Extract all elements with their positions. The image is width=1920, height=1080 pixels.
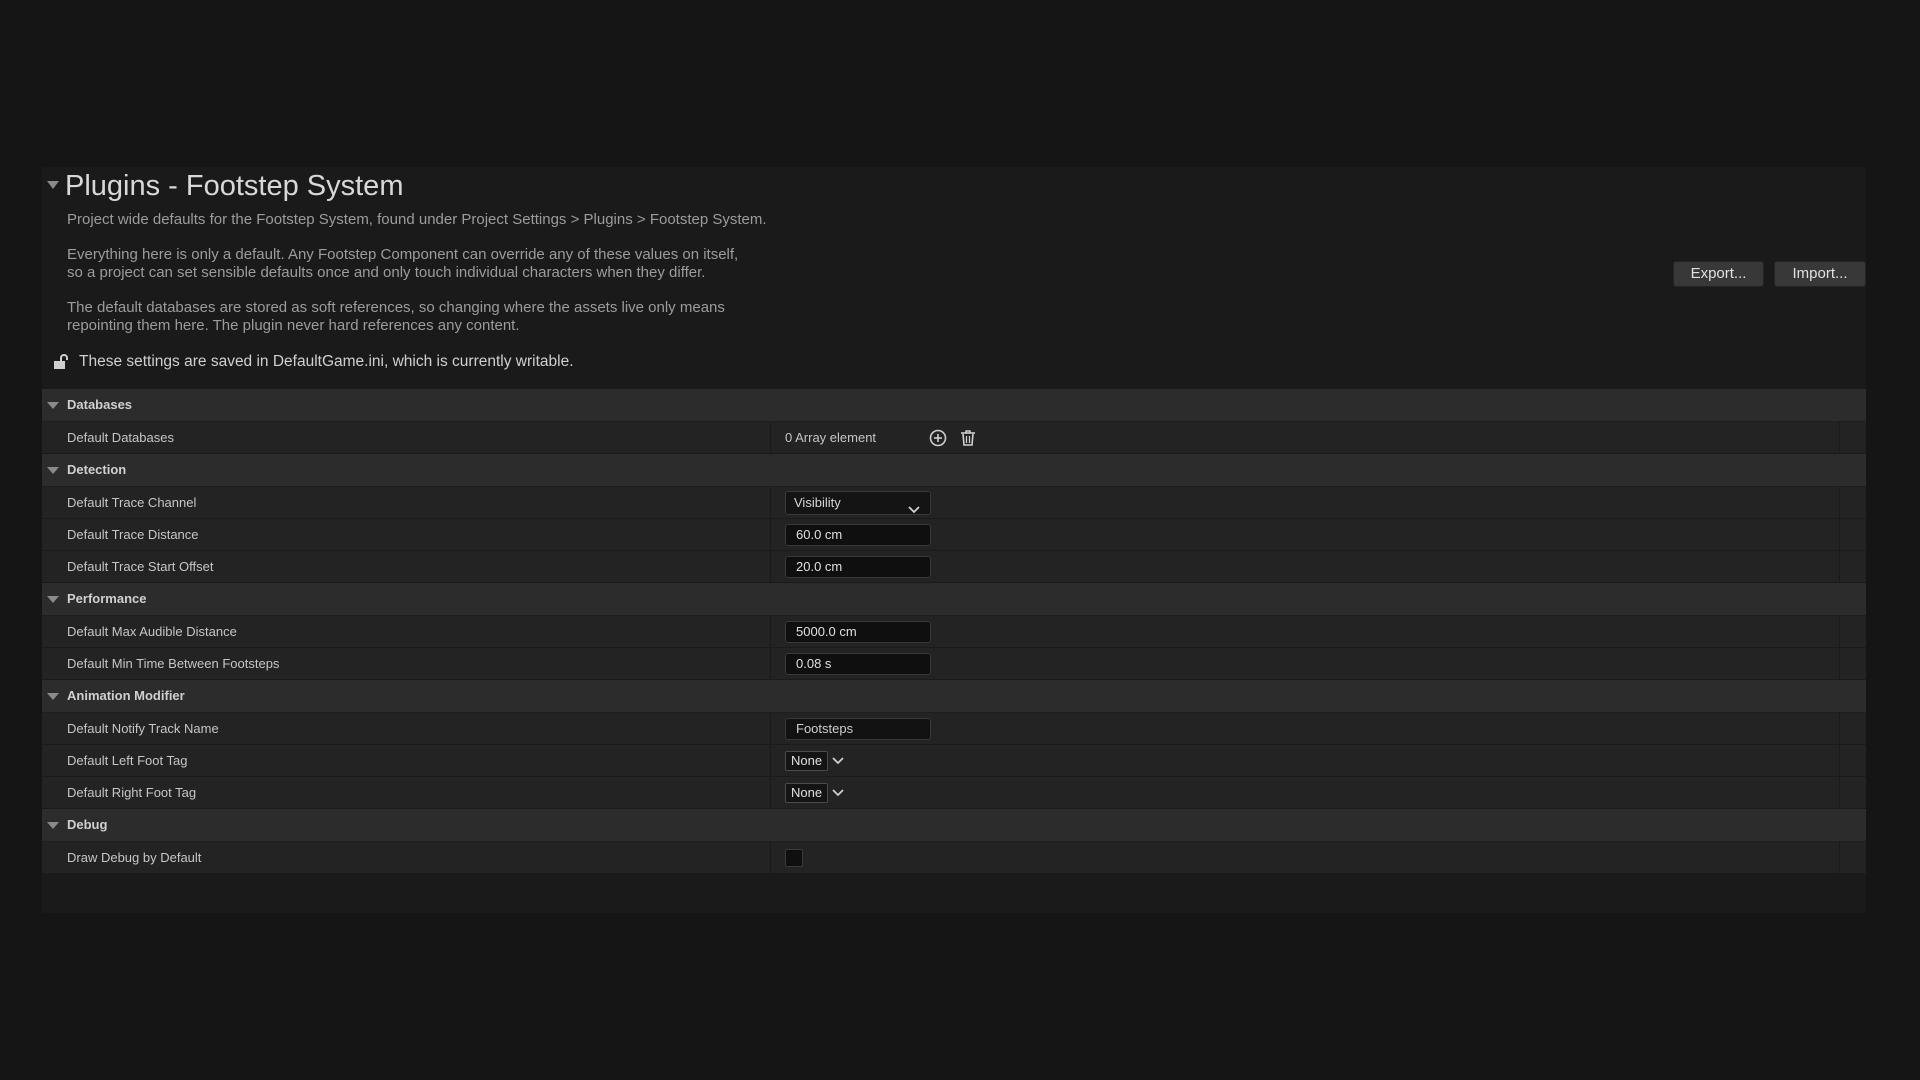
array-count-text: 0 Array element [785, 430, 877, 445]
category-detection[interactable]: Detection [42, 454, 1866, 487]
column-divider[interactable] [770, 842, 771, 873]
dropdown-selected-value: None [785, 750, 829, 771]
category-collapse-icon[interactable] [47, 822, 59, 829]
left-foot-tag-dropdown[interactable]: None [785, 750, 844, 771]
draw-debug-checkbox[interactable] [785, 848, 803, 867]
column-divider[interactable] [770, 519, 771, 550]
chevron-down-icon [908, 499, 920, 521]
trace-distance-input[interactable]: 60.0 cm [785, 523, 931, 546]
category-collapse-icon[interactable] [47, 693, 59, 700]
category-label: Animation Modifier [67, 688, 185, 703]
row-right-divider [1839, 648, 1840, 679]
property-name: Default Left Foot Tag [67, 753, 188, 768]
config-save-note: These settings are saved in DefaultGame.… [52, 353, 574, 371]
section-header: Plugins - Footstep System Project wide d… [42, 167, 1866, 389]
category-label: Debug [67, 817, 108, 832]
row-right-divider [1839, 422, 1840, 453]
export-button[interactable]: Export... [1673, 261, 1764, 287]
chevron-down-icon [832, 752, 844, 770]
row-right-divider [1839, 487, 1840, 518]
column-divider[interactable] [770, 616, 771, 647]
unlocked-padlock-icon [52, 353, 70, 371]
category-animation-modifier[interactable]: Animation Modifier [42, 680, 1866, 713]
column-divider[interactable] [770, 713, 771, 744]
max-audible-distance-input[interactable]: 5000.0 cm [785, 620, 931, 643]
right-foot-tag-dropdown[interactable]: None [785, 782, 844, 803]
property-row-default-min-time-between-footsteps: Default Min Time Between Footsteps 0.08 … [42, 648, 1866, 680]
chevron-down-icon [832, 784, 844, 802]
property-value: 20.0 cm [785, 551, 931, 582]
property-value: Visibility [785, 487, 931, 518]
trace-channel-dropdown[interactable]: Visibility [785, 490, 931, 515]
column-divider[interactable] [770, 551, 771, 582]
column-divider[interactable] [770, 422, 771, 453]
property-row-default-max-audible-distance: Default Max Audible Distance 5000.0 cm [42, 616, 1866, 648]
property-value: 5000.0 cm [785, 616, 931, 647]
collapse-arrow-icon[interactable] [47, 181, 59, 189]
dropdown-selected-value: Visibility [794, 494, 841, 510]
property-name: Default Max Audible Distance [67, 624, 237, 639]
property-value: None [785, 777, 844, 808]
property-row-default-notify-track-name: Default Notify Track Name Footsteps [42, 713, 1866, 745]
property-value: Footsteps [785, 713, 931, 744]
property-row-default-trace-start-offset: Default Trace Start Offset 20.0 cm [42, 551, 1866, 583]
property-row-default-left-foot-tag: Default Left Foot Tag None [42, 745, 1866, 777]
property-row-default-trace-channel: Default Trace Channel Visibility [42, 487, 1866, 519]
dropdown-selected-value: None [785, 782, 829, 803]
property-row-default-databases: Default Databases 0 Array element [42, 422, 1866, 454]
property-name: Default Right Foot Tag [67, 785, 197, 800]
property-name: Draw Debug by Default [67, 850, 202, 865]
property-name: Default Databases [67, 430, 174, 445]
property-name: Default Notify Track Name [67, 721, 219, 736]
settings-panel: Plugins - Footstep System Project wide d… [42, 167, 1866, 913]
trace-start-offset-input[interactable]: 20.0 cm [785, 555, 931, 578]
column-divider[interactable] [770, 648, 771, 679]
property-name: Default Min Time Between Footsteps [67, 656, 280, 671]
property-value [785, 842, 803, 873]
property-name: Default Trace Start Offset [67, 559, 214, 574]
plus-circle-icon[interactable] [928, 428, 948, 448]
import-button[interactable]: Import... [1774, 261, 1866, 287]
category-collapse-icon[interactable] [47, 467, 59, 474]
trash-icon[interactable] [958, 428, 978, 448]
column-divider[interactable] [770, 745, 771, 776]
description-paragraph-3: The default databases are stored as soft… [67, 299, 725, 334]
row-right-divider [1839, 777, 1840, 808]
property-value: 0 Array element [785, 422, 978, 453]
category-label: Databases [67, 397, 133, 412]
category-collapse-icon[interactable] [47, 402, 59, 409]
property-value: 0.08 s [785, 648, 931, 679]
property-row-default-right-foot-tag: Default Right Foot Tag None [42, 777, 1866, 809]
category-performance[interactable]: Performance [42, 583, 1866, 616]
page-title: Plugins - Footstep System [65, 170, 404, 202]
notify-track-name-input[interactable]: Footsteps [785, 717, 931, 740]
save-note-text: These settings are saved in DefaultGame.… [79, 353, 574, 370]
row-right-divider [1839, 551, 1840, 582]
row-right-divider [1839, 842, 1840, 873]
property-row-default-trace-distance: Default Trace Distance 60.0 cm [42, 519, 1866, 551]
min-time-between-input[interactable]: 0.08 s [785, 652, 931, 675]
category-debug[interactable]: Debug [42, 809, 1866, 842]
row-right-divider [1839, 519, 1840, 550]
property-value: 60.0 cm [785, 519, 931, 550]
row-right-divider [1839, 616, 1840, 647]
description-paragraph-2: Everything here is only a default. Any F… [67, 246, 739, 281]
row-right-divider [1839, 713, 1840, 744]
column-divider[interactable] [770, 487, 771, 518]
category-label: Detection [67, 462, 127, 477]
property-name: Default Trace Channel [67, 495, 197, 510]
column-divider[interactable] [770, 777, 771, 808]
property-name: Default Trace Distance [67, 527, 199, 542]
category-label: Performance [67, 591, 147, 606]
category-databases[interactable]: Databases [42, 389, 1866, 422]
property-row-draw-debug-by-default: Draw Debug by Default [42, 842, 1866, 874]
category-collapse-icon[interactable] [47, 596, 59, 603]
row-right-divider [1839, 745, 1840, 776]
description-line-1: Project wide defaults for the Footstep S… [67, 211, 767, 228]
property-value: None [785, 745, 844, 776]
